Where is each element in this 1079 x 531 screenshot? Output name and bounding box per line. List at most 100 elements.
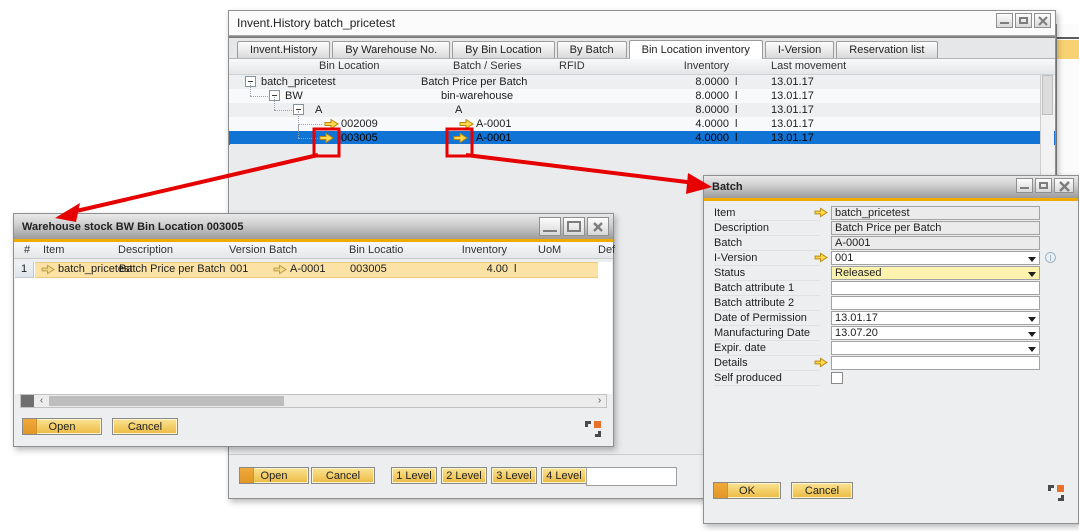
tab-strip: Invent.History By Warehouse No. By Bin L… <box>229 38 1055 59</box>
tab-i-version[interactable]: I-Version <box>765 41 834 58</box>
tab-invent-history[interactable]: Invent.History <box>237 41 330 58</box>
field-label: Status <box>714 267 820 281</box>
level-filter-input[interactable] <box>586 467 677 486</box>
column-rfid: RFID <box>559 60 585 72</box>
date-of-permission-dropdown[interactable]: 13.01.17 <box>831 311 1040 325</box>
minimize-button[interactable] <box>1016 178 1033 193</box>
form-row-self-produced: Self produced <box>704 371 1078 386</box>
link-arrow-icon[interactable] <box>814 357 828 368</box>
tab-bin-location-inventory[interactable]: Bin Location inventory <box>629 40 763 59</box>
window-titlebar[interactable]: Warehouse stock BW Bin Location 003005 <box>14 214 613 242</box>
tree-cell-last-movement: 13.01.17 <box>771 75 814 89</box>
horizontal-scrollbar[interactable]: ‹ › <box>20 394 607 408</box>
close-icon <box>1057 181 1072 192</box>
open-button[interactable]: Open <box>239 467 309 484</box>
maximize-button[interactable] <box>563 217 585 236</box>
resize-grip-icon[interactable] <box>1048 485 1064 501</box>
minimize-icon <box>543 230 557 232</box>
level-1-button[interactable]: 1 Level <box>391 467 437 484</box>
tree-cell-bin: BW <box>285 89 303 103</box>
form-row-description: Description Batch Price per Batch <box>704 221 1078 236</box>
form-row-i-version: I-Version 001 <box>704 251 1078 266</box>
close-button[interactable] <box>1054 178 1074 193</box>
form-row-batch-attribute-2: Batch attribute 2 <box>704 296 1078 311</box>
tree-row-002009[interactable]: 002009 A-0001 4.0000 l 13.01.17 <box>229 117 1055 131</box>
column-last-movement: Last movement <box>771 60 846 72</box>
tree-cell-batch: A <box>455 103 462 117</box>
tree-connector <box>298 125 300 138</box>
open-button[interactable]: Open <box>22 418 102 435</box>
self-produced-checkbox[interactable] <box>831 372 843 384</box>
scroll-right-button[interactable]: › <box>593 395 606 407</box>
minimize-icon <box>1020 187 1029 189</box>
tab-by-batch[interactable]: By Batch <box>557 41 627 58</box>
column-bin-location: Bin Locatio <box>349 244 403 256</box>
link-arrow-icon[interactable] <box>319 132 334 144</box>
resize-grip-icon[interactable] <box>585 421 601 437</box>
row-number-cell[interactable]: 1 <box>15 262 34 278</box>
cancel-button[interactable]: Cancel <box>791 482 853 499</box>
tab-reservation-list[interactable]: Reservation list <box>836 41 937 58</box>
tree-row-a[interactable]: A A 8.0000 l 13.01.17 <box>229 103 1055 117</box>
column-inventory: Inventory <box>422 244 507 256</box>
table-row-1[interactable]: 1 batch_pricetest Batch Price per Batch … <box>15 262 612 278</box>
column-bin-location: Bin Location <box>319 60 380 72</box>
link-arrow-icon[interactable] <box>273 264 287 275</box>
tree-cell-inventory: 8.0000 <box>629 75 729 89</box>
tree-connector <box>250 96 268 98</box>
batch-attribute-1-field[interactable] <box>831 281 1040 295</box>
manufacturing-date-value: 13.07.20 <box>835 327 878 339</box>
version-info-icon[interactable] <box>1045 252 1056 263</box>
scrollbar-thumb[interactable] <box>49 396 284 406</box>
cancel-button[interactable]: Cancel <box>112 418 178 435</box>
tree-row-bw[interactable]: BW bin-warehouse 8.0000 l 13.01.17 <box>229 89 1055 103</box>
details-field[interactable] <box>831 356 1040 370</box>
link-arrow-icon[interactable] <box>459 118 474 130</box>
link-arrow-icon[interactable] <box>814 207 828 218</box>
form-row-item: Item batch_pricetest <box>704 206 1078 221</box>
tab-by-bin-location[interactable]: By Bin Location <box>452 41 554 58</box>
batch-attribute-2-field[interactable] <box>831 296 1040 310</box>
dropdown-caret-icon[interactable] <box>1028 257 1036 262</box>
window-title: Batch <box>712 181 743 193</box>
link-arrow-icon[interactable] <box>453 132 468 144</box>
maximize-button[interactable] <box>1015 13 1032 28</box>
tab-by-warehouse-no[interactable]: By Warehouse No. <box>332 41 450 58</box>
link-arrow-icon[interactable] <box>41 264 55 275</box>
scrollbar-thumb[interactable] <box>1042 75 1053 115</box>
i-version-dropdown[interactable]: 001 <box>831 251 1040 265</box>
close-button[interactable] <box>1034 13 1051 28</box>
tree-row-003005-selected[interactable]: 003005 A-0001 4.0000 l 13.01.17 <box>229 131 1055 145</box>
dropdown-caret-icon[interactable] <box>1028 332 1036 337</box>
window-titlebar[interactable]: Batch <box>704 176 1078 201</box>
field-label: Item <box>714 207 820 221</box>
close-button[interactable] <box>587 217 609 236</box>
tree-row-batch-pricetest[interactable]: batch_pricetest Batch Price per Batch 8.… <box>229 75 1055 89</box>
expir-date-dropdown[interactable] <box>831 341 1040 355</box>
link-arrow-icon[interactable] <box>814 252 828 263</box>
minimize-button[interactable] <box>996 13 1013 28</box>
scrollbar-gutter <box>21 395 34 407</box>
dropdown-caret-icon[interactable] <box>1028 347 1036 352</box>
maximize-button[interactable] <box>1035 178 1052 193</box>
minimize-button[interactable] <box>539 217 561 236</box>
level-2-button[interactable]: 2 Level <box>441 467 487 484</box>
form-row-manufacturing-date: Manufacturing Date 13.07.20 <box>704 326 1078 341</box>
dropdown-caret-icon[interactable] <box>1028 317 1036 322</box>
link-arrow-icon[interactable] <box>324 118 339 130</box>
form-row-details: Details <box>704 356 1078 371</box>
cancel-button[interactable]: Cancel <box>311 467 375 484</box>
level-3-button[interactable]: 3 Level <box>491 467 537 484</box>
tree-connector <box>298 124 322 126</box>
window-title: Warehouse stock BW Bin Location 003005 <box>22 221 243 233</box>
status-dropdown[interactable]: Released <box>831 266 1040 280</box>
scroll-left-button[interactable]: ‹ <box>35 395 48 407</box>
ok-button[interactable]: OK <box>713 482 781 499</box>
field-label: Self produced <box>714 372 820 386</box>
field-label: Batch attribute 1 <box>714 282 820 296</box>
background-window-edge <box>1057 37 1079 39</box>
dropdown-caret-icon[interactable] <box>1028 272 1036 277</box>
manufacturing-date-dropdown[interactable]: 13.07.20 <box>831 326 1040 340</box>
level-4-button[interactable]: 4 Level <box>541 467 587 484</box>
window-titlebar[interactable]: Invent.History batch_pricetest <box>229 11 1055 35</box>
